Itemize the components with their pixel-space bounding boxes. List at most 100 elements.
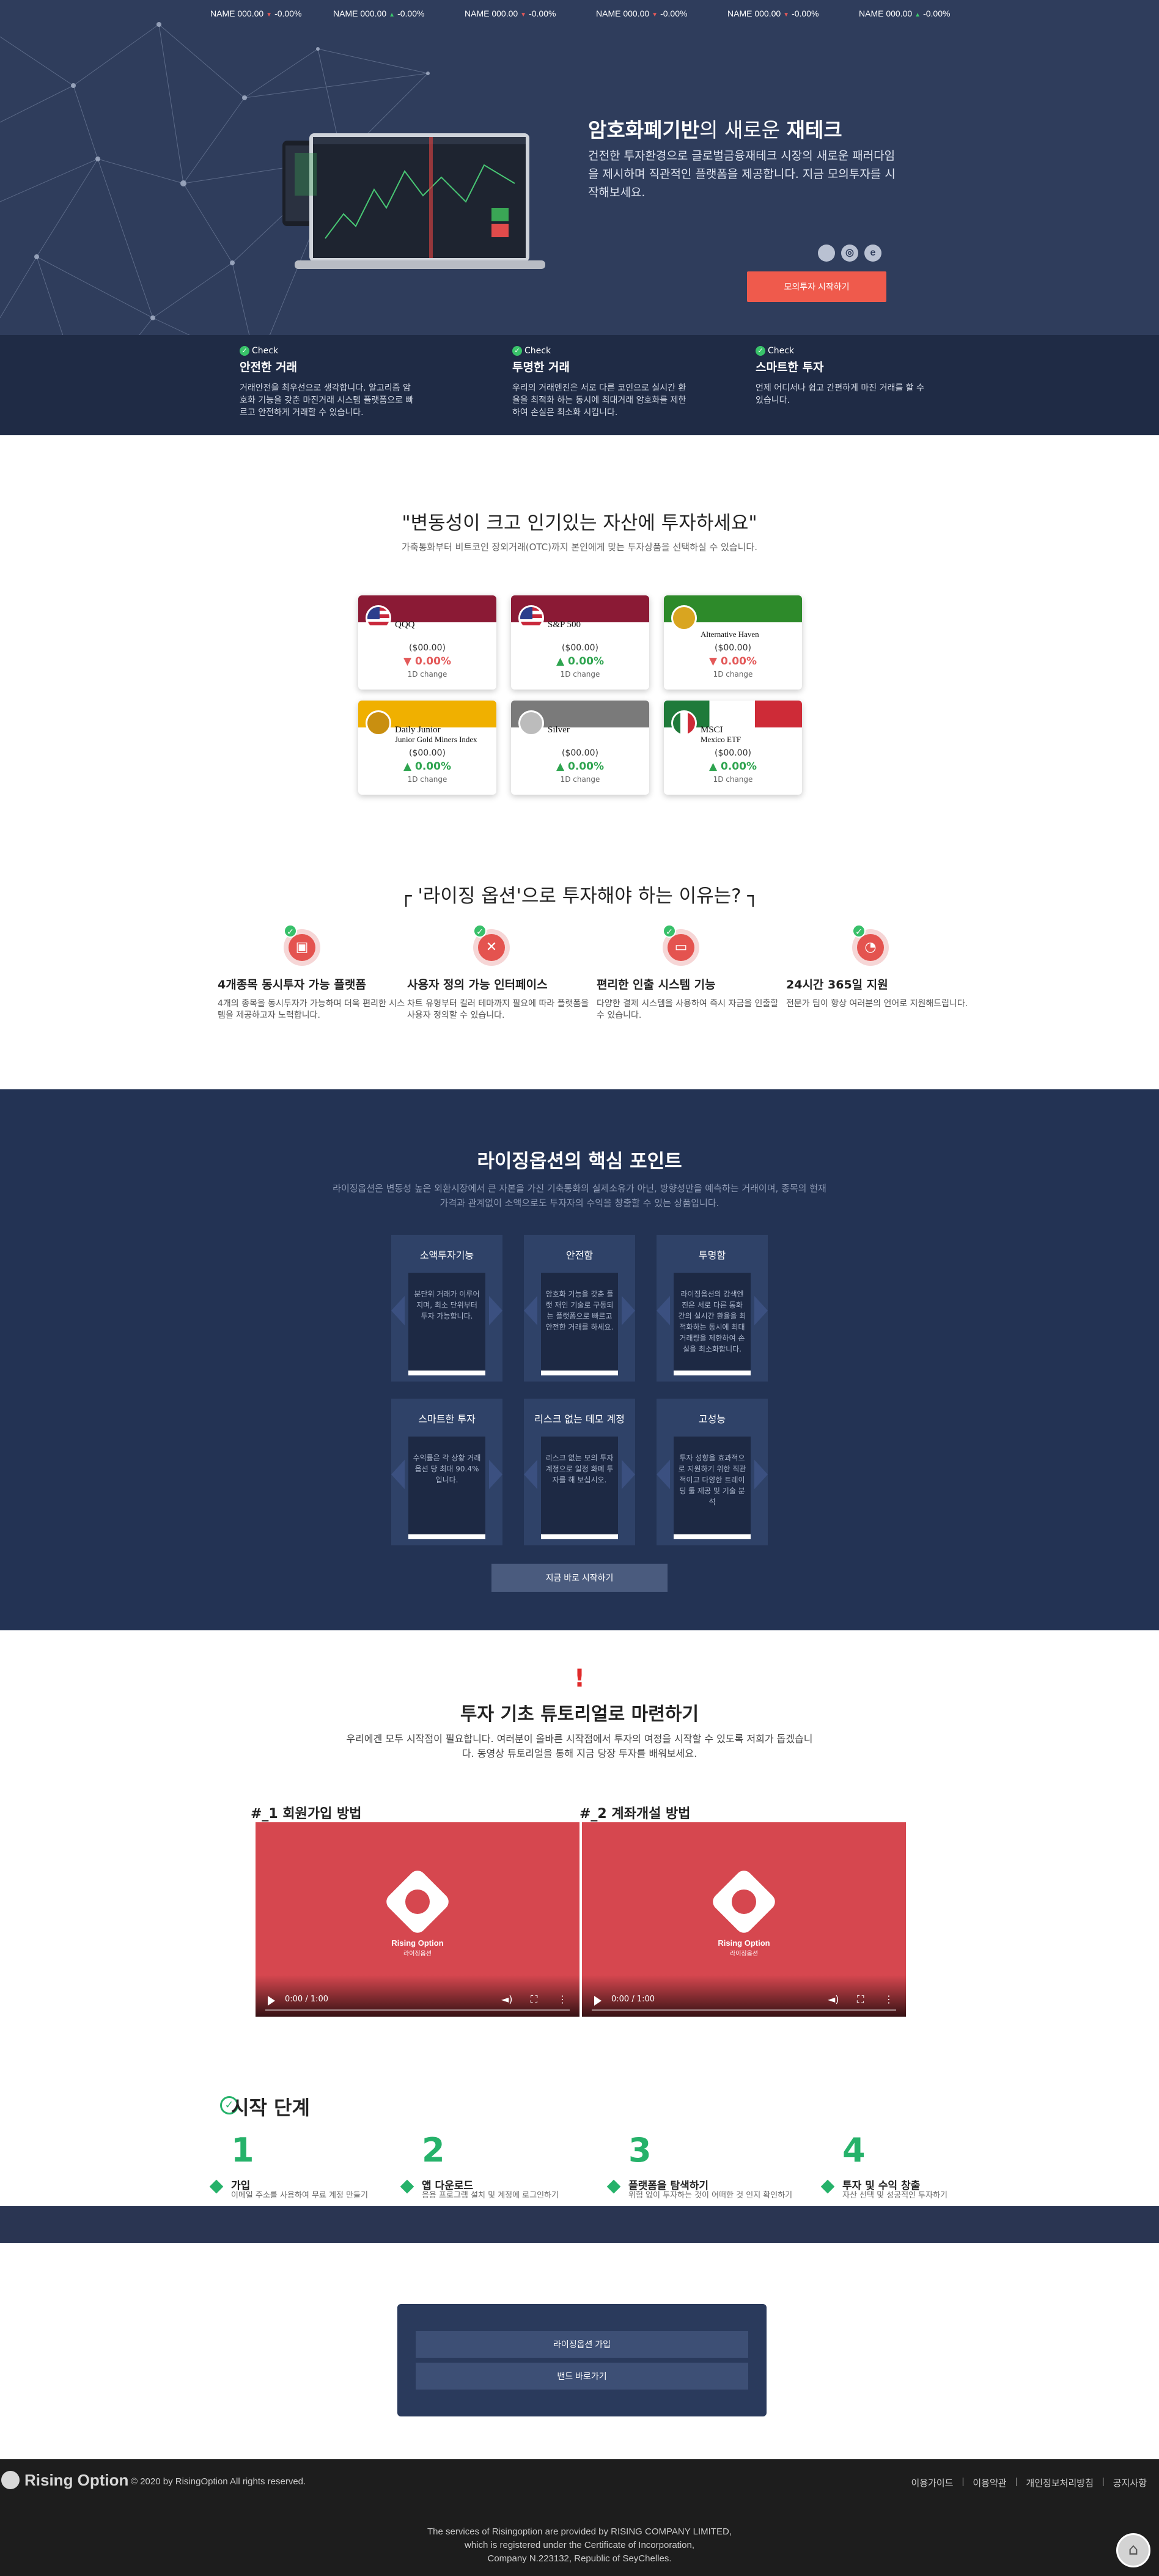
check-icon: ✓ <box>284 924 297 938</box>
links-box: 라이징옵션 가입 밴드 바로가기 <box>397 2304 767 2416</box>
fullscreen-icon[interactable]: ⛶ <box>531 1993 537 2006</box>
start-demo-button[interactable]: 모의투자 시작하기 <box>747 271 886 302</box>
step-item: 3 플랫폼을 탐색하기 위험 없이 투자하는 것이 어떠한 것 인지 확인하기 <box>605 2133 807 2200</box>
up-arrow-icon: ▲ <box>403 760 415 773</box>
exclamation-icon: ! <box>573 1665 586 1693</box>
asset-card-daily-junior[interactable]: Daily Junior Junior Gold Miners Index ($… <box>358 701 496 795</box>
video-label: #_1 회원가입 방법 <box>251 1806 362 1822</box>
arrow-right-icon <box>754 1460 768 1489</box>
check-icon: ✓ <box>852 924 866 938</box>
footer-logo[interactable]: Rising Option <box>0 2468 128 2492</box>
reasons-title: ┌ '라이징 옵션'으로 투자해야 하는 이유는? ┐ <box>400 885 759 907</box>
support-chat-icon: ◔ <box>857 934 884 961</box>
reason-item: ◔ ✓ 24시간 365일 지원 전문가 팀이 항상 여러분의 언어로 지원해드립… <box>786 924 976 1010</box>
gold-icon <box>366 710 391 736</box>
band-link-button[interactable]: 밴드 바로가기 <box>416 2363 748 2390</box>
footer-link-guide[interactable]: 이용가이드 <box>911 2476 953 2489</box>
start-steps-section: ✓ 시작 단계 1 가입 이메일 주소를 사용하여 무료 계정 만들기 2 앱 … <box>0 2092 1159 2206</box>
price-ticker: NAME 000.00 ▼ -0.00% NAME 000.00 ▲ -0.00% NA… <box>0 9 1159 31</box>
arrow-right-icon <box>622 1460 635 1489</box>
ticker-item: NAME 000.00 ▲ -0.00% <box>333 9 425 18</box>
footer-links: 이용가이드 | 이용약관 | 개인정보처리방침 | 공지사항 <box>911 2476 1147 2489</box>
check-icon: ✓ <box>512 346 522 356</box>
asset-card-silver[interactable]: Silver ($00.00) ▲ 0.00% 1D change <box>511 701 649 795</box>
reason-item: ▭ ✓ 편리한 인출 시스템 기능 다양한 결제 시스템을 사용하여 즉시 자금을… <box>597 924 786 1021</box>
asset-card-alternative-haven[interactable]: Alternative Haven ($00.00) ▼ 0.00% 1D ch… <box>664 595 802 690</box>
asset-card-sp500[interactable]: S&P 500 ($00.00) ▲ 0.00% 1D change <box>511 595 649 690</box>
links-section: 라이징옵션 가입 밴드 바로가기 <box>0 2243 1159 2459</box>
start-now-button[interactable]: 지금 바로 시작하기 <box>491 1564 668 1592</box>
down-arrow-icon: ▼ <box>403 655 415 668</box>
tools-icon: ✕ <box>478 934 505 961</box>
volume-icon[interactable]: ◄) <box>828 1993 839 2005</box>
arrow-left-icon <box>524 1296 537 1325</box>
chart-screen-icon: ▣ <box>289 934 315 961</box>
footer-link-privacy[interactable]: 개인정보처리방침 <box>1026 2476 1093 2489</box>
diamond-icon <box>606 2179 621 2194</box>
tutorial-subtitle: 우리에겐 모두 시작점이 필요합니다. 여러분이 올바른 시작점에서 투자의 여… <box>346 1733 813 1759</box>
video-time: 0:00 / 1:00 <box>611 1995 655 2004</box>
us-flag-icon <box>366 605 391 631</box>
scroll-top-home-icon[interactable]: ⌂ <box>1116 2533 1150 2567</box>
arrow-right-icon <box>622 1296 635 1325</box>
tutorial-section: ! 투자 기초 튜토리얼로 마련하기 우리에겐 모두 시작점이 필요합니다. 여… <box>0 1630 1159 2092</box>
fullscreen-icon[interactable]: ⛶ <box>857 1993 864 2006</box>
feature-smart-investing: ✓ Check 스마트한 투자 언제 어디서나 쉽고 간편하게 마진 거래를 할 … <box>756 346 924 405</box>
arrow-left-icon <box>524 1460 537 1489</box>
diamond-icon <box>820 2179 835 2194</box>
point-card[interactable]: 투명함 라이징옵션의 감색엔진은 서로 다른 통화 간의 실시간 환율을 최적화… <box>657 1235 768 1382</box>
cash-icon: ▭ <box>668 934 694 961</box>
up-arrow-icon: ▲ <box>556 655 568 668</box>
chrome-icon[interactable]: ◎ <box>841 245 858 262</box>
arrow-left-icon <box>657 1460 670 1489</box>
more-options-icon[interactable]: ⋮ <box>557 1993 567 2005</box>
edge-icon[interactable]: e <box>864 245 881 262</box>
asset-card-qqq[interactable]: QQQ ($00.00) ▼ 0.00% 1D change <box>358 595 496 690</box>
check-icon: ✓ <box>240 346 249 356</box>
step-item: 2 앱 다운로드 응용 프로그램 설치 및 계정에 로그인하기 <box>399 2133 600 2200</box>
arrow-left-icon <box>657 1296 670 1325</box>
play-icon[interactable] <box>268 1996 275 2006</box>
arrow-right-icon <box>489 1296 502 1325</box>
footer: Rising Option © 2020 by RisingOption All… <box>0 2459 1159 2576</box>
ticker-item: NAME 000.00 ▼ -0.00% <box>210 9 302 18</box>
ticker-item: NAME 000.00 ▼ -0.00% <box>465 9 556 18</box>
video-progress-track[interactable] <box>592 2009 896 2011</box>
point-card[interactable]: 고성능 투자 성향을 효과적으로 지원하기 위한 직관적이고 다양한 트레이딩 … <box>657 1399 768 1545</box>
point-card[interactable]: 리스크 없는 데모 계정 리스크 없는 모의 투자 계정으로 일정 화폐 투자를… <box>524 1399 635 1545</box>
core-subtitle: 라이징옵션은 변동성 높은 외환시장에서 큰 자본을 가진 기축통화의 실제소유… <box>333 1183 826 1209</box>
rising-option-logo-icon <box>1 2471 20 2489</box>
feature-transparent-trading: ✓ Check 투명한 거래 우리의 거래엔진은 서로 다른 코인으로 실시간 환… <box>512 346 686 418</box>
apple-icon[interactable] <box>818 245 835 262</box>
hero-description: 건전한 투자환경으로 글로벌금융재테크 시장의 새로운 패러다임을 제시하며 직… <box>588 149 896 199</box>
video-player-account[interactable]: Rising Option 라이징옵션 0:00 / 1:00 ◄) ⛶ ⋮ <box>582 1822 906 2017</box>
core-title: 라이징옵션의 핵심 포인트 <box>477 1150 682 1172</box>
tutorial-title: 투자 기초 튜토리얼로 마련하기 <box>460 1704 699 1725</box>
point-card[interactable]: 안전함 암호화 기능을 갖춘 플랫 재인 기술로 구동되는 플랫폼으로 빠르고 … <box>524 1235 635 1382</box>
down-arrow-icon: ▼ <box>709 655 721 668</box>
point-card[interactable]: 스마트한 투자 수익률은 각 상황 거래 옵션 당 최대 90.4% 입니다. <box>391 1399 502 1545</box>
video-time: 0:00 / 1:00 <box>285 1995 329 2004</box>
play-icon[interactable] <box>594 1996 602 2006</box>
us-flag-icon <box>518 605 544 631</box>
volume-icon[interactable]: ◄) <box>501 1993 513 2005</box>
footer-link-terms[interactable]: 이용약관 <box>973 2476 1006 2489</box>
join-button[interactable]: 라이징옵션 가입 <box>416 2331 748 2358</box>
feature-safe-trading: ✓ Check 안전한 거래 거래안전을 최우선으로 생각합니다. 알고리즘 암호… <box>240 346 414 418</box>
divider-band <box>0 2206 1159 2243</box>
platform-icons: ◎ e <box>818 245 885 265</box>
up-arrow-icon: ▲ <box>709 760 721 773</box>
video-progress-track[interactable] <box>265 2009 570 2011</box>
steps-title: 시작 단계 <box>231 2096 310 2119</box>
video-player-signup[interactable]: Rising Option 라이징옵션 0:00 / 1:00 ◄) ⛶ ⋮ <box>256 1822 580 2017</box>
check-icon: ✓ <box>473 924 487 938</box>
reason-item: ✕ ✓ 사용자 정의 가능 인터페이스 차트 유형부터 컬러 테마까지 필요에 따… <box>407 924 597 1021</box>
footer-link-notice[interactable]: 공지사항 <box>1113 2476 1147 2489</box>
diamond-icon <box>209 2179 224 2194</box>
video-label: #_2 계좌개설 방법 <box>580 1806 691 1822</box>
point-card[interactable]: 소액투자기능 분단위 거래가 이루어지며, 최소 단위부터 투자 가능합니다. <box>391 1235 502 1382</box>
asset-card-msci-mexico[interactable]: MSCI Mexico ETF ($00.00) ▲ 0.00% 1D chan… <box>664 701 802 795</box>
down-arrow-icon: ▼ <box>783 12 790 18</box>
down-arrow-icon: ▼ <box>652 12 658 18</box>
more-options-icon[interactable]: ⋮ <box>884 1993 894 2005</box>
